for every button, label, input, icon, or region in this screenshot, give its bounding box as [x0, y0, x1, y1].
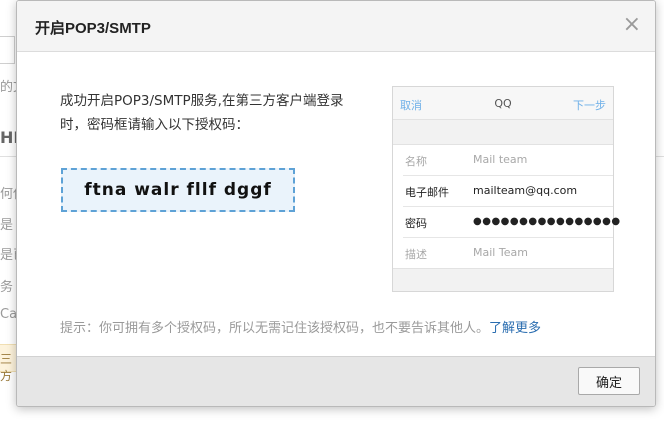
mock-row-password: 密码 ●●●●●●●●●●●●●●●●	[403, 207, 620, 238]
mock-key: 密码	[405, 217, 427, 230]
enable-pop3-smtp-dialog: 开启POP3/SMTP × 成功开启POP3/SMTP服务,在第三方客户端登录时…	[16, 0, 656, 407]
mock-key: 电子邮件	[405, 186, 449, 199]
tip-message: 提示：你可拥有多个授权码，所以无需记住该授权码，也不要告诉其他人。	[60, 321, 490, 336]
mock-key: 描述	[405, 248, 427, 261]
background-input	[0, 36, 15, 64]
background-text: 是	[0, 218, 14, 233]
intro-text: 成功开启POP3/SMTP服务,在第三方客户端登录时，密码框请输入以下授权码：	[60, 93, 344, 133]
auth-code-box: ftna walr fllf dggf	[61, 168, 295, 212]
mock-value: ●●●●●●●●●●●●●●●●	[473, 216, 621, 227]
auth-code[interactable]: ftna walr fllf dggf	[84, 180, 272, 200]
mock-value: mailteam@qq.com	[473, 184, 578, 197]
dialog-title: 开启POP3/SMTP	[35, 20, 151, 37]
mock-key: 名称	[405, 155, 427, 168]
background-notice-text: 三方	[0, 352, 13, 383]
mock-row-email: 电子邮件 mailteam@qq.com	[403, 176, 613, 207]
mock-row-name: 名称 Mail team	[403, 145, 613, 176]
tip-text: 提示：你可拥有多个授权码，所以无需记住该授权码，也不要告诉其他人。了解更多	[60, 317, 541, 336]
mock-next-label: 下一步	[573, 99, 606, 112]
background-divider	[0, 156, 16, 157]
mock-row-description: 描述 Mail Team	[403, 238, 613, 268]
mock-nav-bar: 取消 QQ 下一步	[393, 87, 613, 120]
client-setup-illustration: 取消 QQ 下一步 名称 Mail team 电子邮件 mailteam@qq.…	[392, 86, 620, 292]
dialog-header: 开启POP3/SMTP ×	[17, 1, 655, 52]
mock-value: Mail Team	[473, 246, 528, 259]
mock-form: 名称 Mail team 电子邮件 mailteam@qq.com 密码 ●●●…	[393, 144, 620, 269]
dialog-footer: 确定	[17, 356, 655, 406]
background-notice: 三方	[0, 344, 16, 383]
mock-value: Mail team	[473, 153, 528, 166]
close-icon[interactable]: ×	[623, 14, 641, 36]
learn-more-link[interactable]: 了解更多	[489, 321, 541, 336]
ok-button[interactable]: 确定	[578, 367, 640, 395]
